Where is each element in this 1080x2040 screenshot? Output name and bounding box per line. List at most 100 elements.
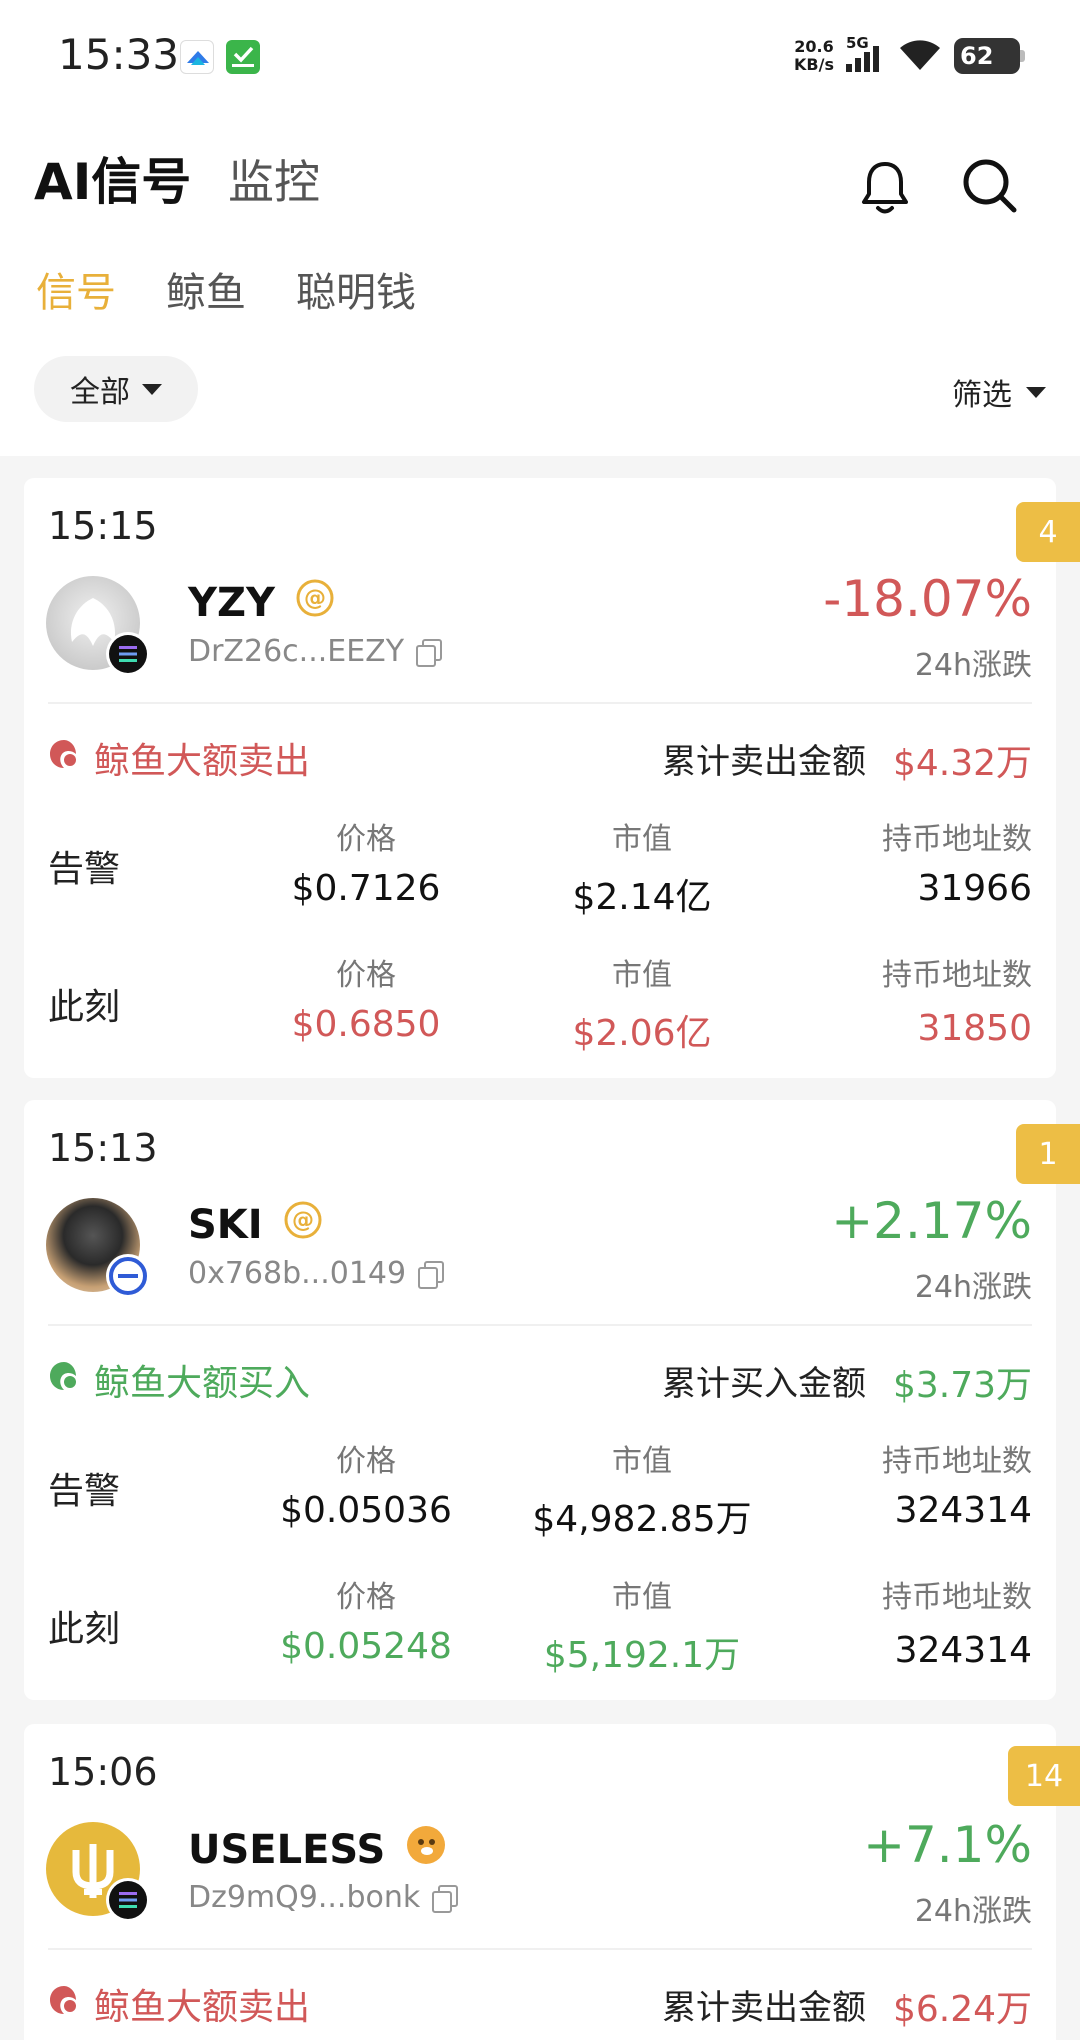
wifi-icon — [898, 36, 942, 76]
signal-count-badge: 4 — [1016, 502, 1080, 562]
market-cap-header: 市值 — [612, 1580, 672, 1615]
market-cap-header: 市值 — [612, 958, 672, 993]
price-change: +2.17% — [831, 1192, 1032, 1250]
copy-icon[interactable] — [416, 638, 443, 667]
holders-header: 持币地址数 — [882, 1580, 1032, 1615]
at-icon[interactable]: @ — [283, 1200, 323, 1250]
cumulative-value: $3.73万 — [892, 1365, 1032, 1406]
cumulative-value: $4.32万 — [892, 743, 1032, 784]
alert-price: $0.7126 — [291, 868, 441, 909]
search-icon[interactable] — [960, 156, 1020, 216]
solana-chain-icon — [106, 632, 150, 676]
cumulative-label: 累计卖出金额 — [662, 742, 866, 782]
status-bar: 15:33 20.6 KB/s 5G 62 — [0, 0, 1080, 110]
whale-activity-label: 鲸鱼大额买入 — [94, 1363, 311, 1404]
filter-dropdown-label: 筛选 — [952, 378, 1012, 413]
now-price: $0.05248 — [280, 1626, 452, 1667]
svg-text:@: @ — [304, 586, 326, 611]
cellular-signal-icon: 5G — [846, 34, 886, 76]
caret-down-icon — [142, 383, 162, 395]
whale-activity: 鲸鱼大额买入 — [48, 1354, 310, 1406]
price-change-label: 24h涨跌 — [914, 648, 1032, 683]
price-change-label: 24h涨跌 — [914, 1894, 1032, 1929]
cumulative-label: 累计买入金额 — [662, 1364, 866, 1404]
token-address: DrZ26c...EEZY — [188, 634, 405, 669]
price-change: -18.07% — [823, 570, 1032, 628]
base-chain-icon — [106, 1254, 150, 1298]
whale-activity: 鲸鱼大额卖出 — [48, 1978, 310, 2030]
whale-activity-label: 鲸鱼大额卖出 — [94, 741, 311, 782]
copy-icon[interactable] — [418, 1260, 445, 1289]
now-row-label: 此刻 — [48, 987, 121, 1028]
token-symbol: SKI — [188, 1202, 263, 1248]
bell-icon[interactable] — [860, 160, 910, 216]
price-header: 价格 — [336, 1444, 396, 1479]
divider — [48, 1948, 1032, 1950]
holders-header: 持币地址数 — [882, 822, 1032, 857]
holders-header: 持币地址数 — [882, 958, 1032, 993]
page-title[interactable]: AI信号 — [34, 142, 191, 214]
whale-activity-label: 鲸鱼大额卖出 — [94, 1987, 311, 2028]
divider — [48, 702, 1032, 704]
network-speed: 20.6 KB/s — [794, 37, 834, 74]
whale-sell-icon — [48, 738, 80, 779]
divider — [48, 1324, 1032, 1326]
tab-whale[interactable]: 鲸鱼 — [166, 260, 246, 318]
signal-card[interactable]: 15:06 14 USELESS Dz9mQ9...bonk +7.1% 24h… — [24, 1724, 1080, 2040]
whale-sell-icon — [48, 1984, 80, 2025]
tab-signal[interactable]: 信号 — [36, 260, 116, 318]
signal-card[interactable]: 15:13 1 SKI @ 0x768b...0149 +2.17% 24h涨跌… — [24, 1100, 1080, 1700]
all-dropdown-label: 全部 — [70, 375, 130, 410]
status-time: 15:33 — [58, 30, 180, 79]
alert-row-label: 告警 — [48, 849, 121, 890]
token-address-row: Dz9mQ9...bonk — [188, 1880, 459, 1915]
tab-smart-money[interactable]: 聪明钱 — [296, 260, 416, 318]
signal-card[interactable]: 15:15 4 YZY @ DrZ26c...EEZY -18.07% 24h涨… — [24, 478, 1080, 1078]
token-symbol: USELESS — [188, 1827, 386, 1873]
category-tabs: 信号 鲸鱼 聪明钱 — [0, 260, 1080, 330]
all-dropdown-button[interactable]: 全部 — [34, 356, 198, 422]
token-symbol-row: YZY @ — [188, 578, 335, 628]
svg-text:@: @ — [292, 1208, 314, 1233]
signal-count-badge: 14 — [1008, 1746, 1080, 1806]
price-change-label: 24h涨跌 — [914, 1270, 1032, 1305]
app-notification-icon — [180, 40, 214, 74]
whale-buy-icon — [48, 1360, 80, 1401]
battery-indicator: 62 — [954, 38, 1025, 74]
whale-activity: 鲸鱼大额卖出 — [48, 732, 310, 784]
signal-time: 15:15 — [48, 504, 158, 548]
monitor-tab[interactable]: 监控 — [228, 146, 320, 212]
token-address-row: DrZ26c...EEZY — [188, 634, 443, 669]
now-holders: 324314 — [894, 1630, 1032, 1671]
token-address-row: 0x768b...0149 — [188, 1256, 445, 1291]
price-header: 价格 — [336, 822, 396, 857]
market-cap-header: 市值 — [612, 1444, 672, 1479]
holders-header: 持币地址数 — [882, 1444, 1032, 1479]
alert-row-label: 告警 — [48, 1471, 121, 1512]
signal-time: 15:13 — [48, 1126, 158, 1170]
app-header: AI信号 监控 — [0, 130, 1080, 230]
market-cap-header: 市值 — [612, 822, 672, 857]
price-change: +7.1% — [863, 1816, 1032, 1874]
now-holders: 31850 — [917, 1008, 1032, 1049]
token-address: 0x768b...0149 — [188, 1256, 407, 1291]
bonk-dog-icon[interactable] — [405, 1824, 447, 1876]
token-symbol-row: SKI @ — [188, 1200, 323, 1250]
token-symbol: YZY — [188, 580, 275, 626]
filter-dropdown-button[interactable]: 筛选 — [952, 370, 1046, 414]
now-row-label: 此刻 — [48, 1609, 121, 1650]
caret-down-icon — [1026, 386, 1046, 398]
signal-list[interactable]: 15:15 4 YZY @ DrZ26c...EEZY -18.07% 24h涨… — [0, 456, 1080, 2040]
checkbox-notification-icon — [226, 40, 260, 74]
alert-holders: 324314 — [894, 1490, 1032, 1531]
token-symbol-row: USELESS — [188, 1824, 447, 1876]
signal-count-badge: 1 — [1016, 1124, 1080, 1184]
price-header: 价格 — [336, 1580, 396, 1615]
now-price: $0.6850 — [291, 1004, 441, 1045]
filter-row: 全部 筛选 — [0, 356, 1080, 426]
at-icon[interactable]: @ — [295, 578, 335, 628]
token-address: Dz9mQ9...bonk — [188, 1880, 421, 1915]
copy-icon[interactable] — [432, 1884, 459, 1913]
alert-holders: 31966 — [917, 868, 1032, 909]
price-header: 价格 — [336, 958, 396, 993]
